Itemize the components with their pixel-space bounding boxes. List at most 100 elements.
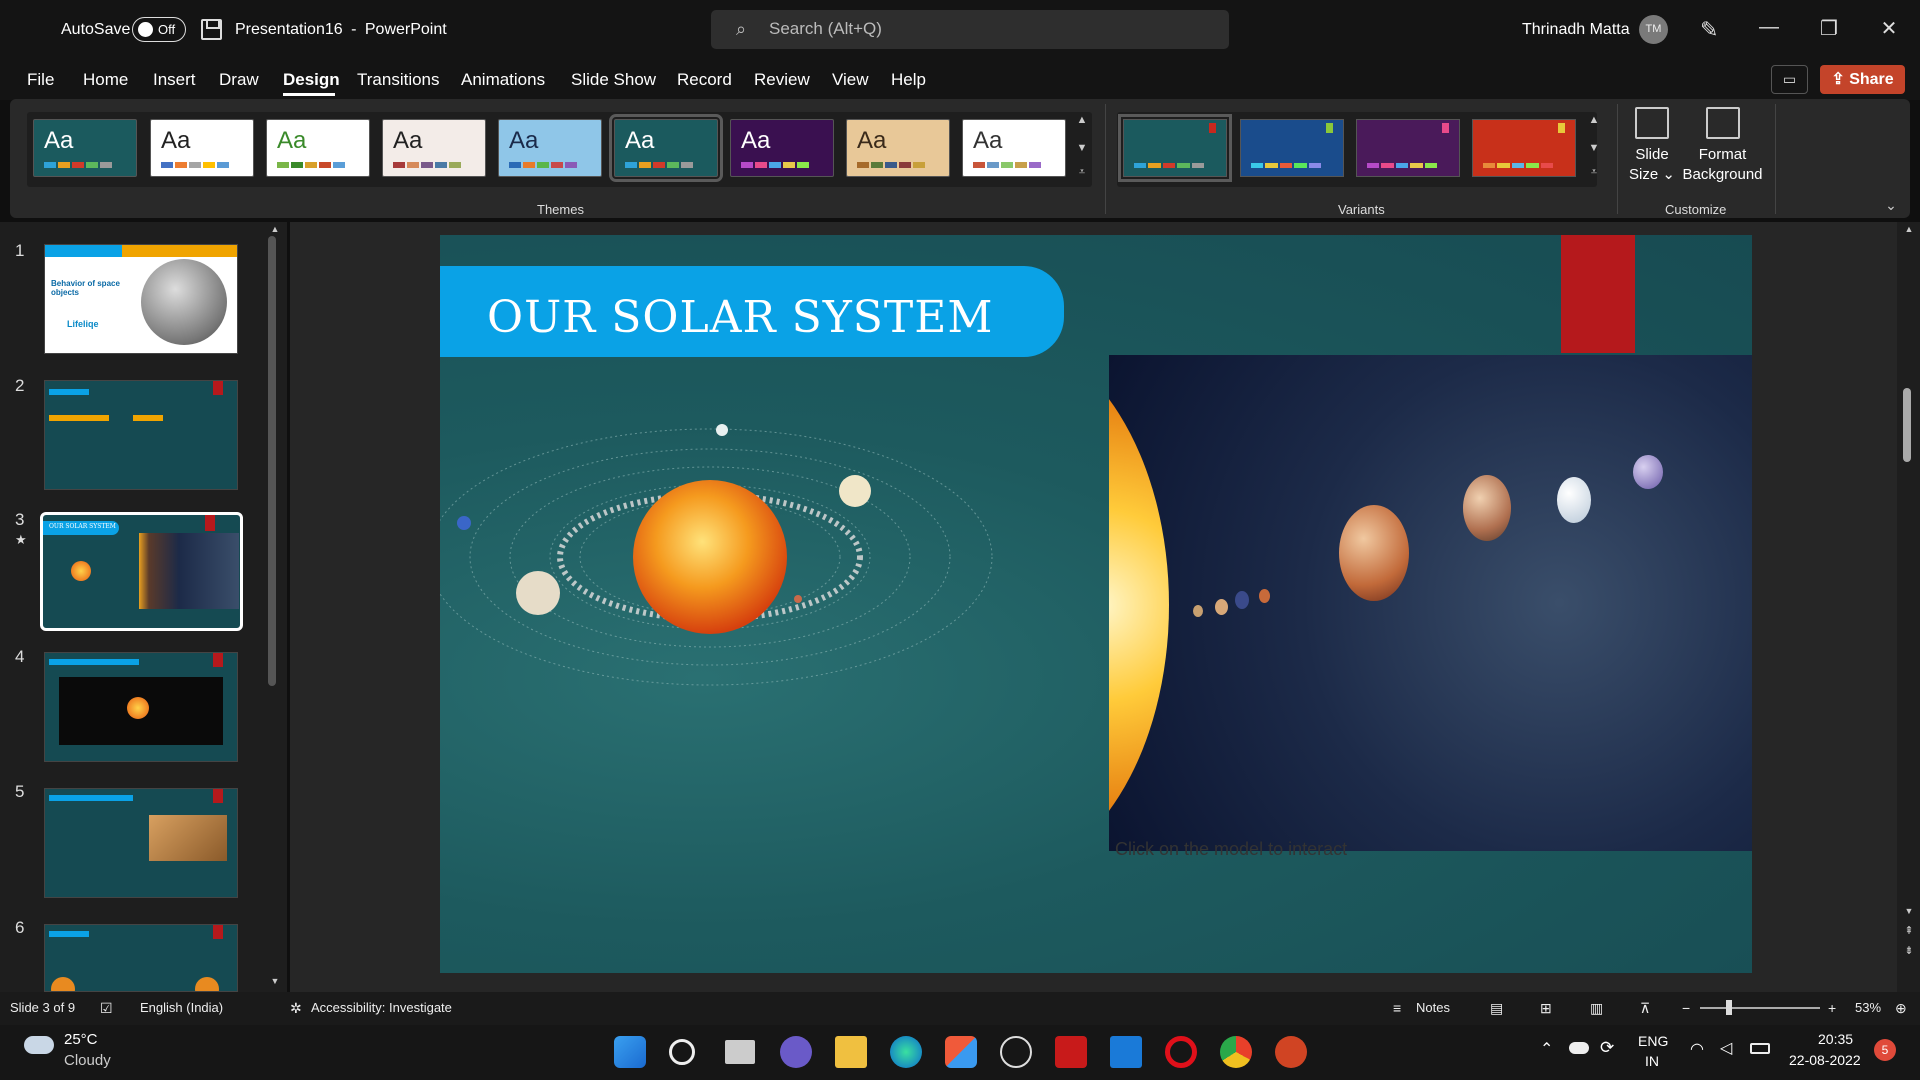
collapse-ribbon-icon[interactable]: ⌄ [1884, 197, 1898, 214]
wifi-icon[interactable]: ◠ [1690, 1039, 1704, 1059]
theme-option[interactable]: Aa [33, 119, 137, 177]
theme-option[interactable]: Aa [266, 119, 370, 177]
slide-sorter-icon[interactable]: ⊞ [1540, 1000, 1552, 1017]
teams-chat-icon[interactable] [780, 1036, 812, 1068]
accessibility-status[interactable]: Accessibility: Investigate [311, 1000, 452, 1015]
mcafee-icon[interactable] [1055, 1036, 1087, 1068]
powerpoint-taskbar-icon[interactable] [1275, 1036, 1307, 1068]
menu-animations[interactable]: Animations [461, 70, 545, 90]
file-explorer-icon[interactable] [835, 1036, 867, 1068]
accessibility-icon[interactable]: ✲ [290, 1000, 302, 1017]
close-icon[interactable]: ✕ [1874, 16, 1904, 41]
user-name[interactable]: Thrinadh Matta [1522, 21, 1630, 39]
menu-design[interactable]: Design [283, 70, 340, 90]
format-background-button[interactable]: Format Background [1680, 107, 1765, 185]
language-line-2[interactable]: IN [1645, 1053, 1659, 1069]
theme-option[interactable]: Aa [150, 119, 254, 177]
menu-insert[interactable]: Insert [153, 70, 196, 90]
themes-scroll-up-icon[interactable]: ▲ [1075, 114, 1089, 126]
variant-option[interactable] [1356, 119, 1460, 177]
search-input[interactable] [769, 18, 1169, 40]
thumbnails-scrollbar[interactable] [268, 236, 276, 686]
volume-icon[interactable]: ◁ [1720, 1038, 1732, 1058]
themes-more-icon[interactable]: ⩡ [1075, 166, 1089, 179]
themes-scroll-down-icon[interactable]: ▼ [1075, 142, 1089, 154]
menu-help[interactable]: Help [891, 70, 926, 90]
menu-home[interactable]: Home [83, 70, 128, 90]
theme-option[interactable]: Aa [730, 119, 834, 177]
menu-record[interactable]: Record [677, 70, 732, 90]
solar-system-image[interactable] [1109, 355, 1752, 851]
solar-system-3d-model[interactable] [440, 405, 1100, 865]
next-slide-icon[interactable]: ⇟ [1902, 944, 1916, 957]
avatar[interactable]: TM [1639, 15, 1668, 44]
menu-review[interactable]: Review [754, 70, 810, 90]
edge-browser-icon[interactable] [890, 1036, 922, 1068]
zoom-slider[interactable] [1700, 1007, 1820, 1009]
pen-icon[interactable]: ✎ [1700, 17, 1718, 43]
search-box[interactable]: ⌕ [711, 10, 1229, 49]
variant-option[interactable] [1472, 119, 1576, 177]
previous-slide-icon[interactable]: ⇞ [1902, 924, 1916, 937]
variant-option[interactable] [1240, 119, 1344, 177]
slide-thumbnail-6[interactable] [44, 924, 238, 992]
notes-icon[interactable]: ≡ [1393, 1000, 1401, 1016]
sync-icon[interactable]: ⟳ [1600, 1038, 1614, 1058]
thumbs-scroll-down-icon[interactable]: ▼ [268, 976, 282, 986]
slides-scroll-up-icon[interactable]: ▲ [1902, 224, 1916, 234]
slide-thumbnail-2[interactable] [44, 380, 238, 490]
slide-thumbnail-4[interactable] [44, 652, 238, 762]
battery-icon[interactable] [1750, 1043, 1770, 1054]
language-line-1[interactable]: ENG [1638, 1033, 1668, 1049]
opera-browser-icon[interactable] [1165, 1036, 1197, 1068]
slide-thumbnail-3[interactable]: OUR SOLAR SYSTEM [40, 512, 243, 631]
current-slide[interactable]: OUR SOLAR SYSTEM Click on the model to i… [440, 235, 1752, 973]
slide-thumbnail-5[interactable] [44, 788, 238, 898]
theme-option[interactable]: Aa [498, 119, 602, 177]
clock-date[interactable]: 22-08-2022 [1789, 1052, 1861, 1068]
variant-option[interactable] [1118, 114, 1232, 182]
slideshow-view-icon[interactable]: ⊼ [1640, 1000, 1650, 1017]
microsoft-store-icon[interactable] [945, 1036, 977, 1068]
variants-scroll-down-icon[interactable]: ▼ [1587, 142, 1601, 154]
theme-option[interactable]: Aa [382, 119, 486, 177]
theme-option[interactable]: Aa [609, 114, 723, 182]
zoom-out-icon[interactable]: − [1682, 1000, 1690, 1016]
language-indicator[interactable]: English (India) [140, 1000, 223, 1015]
notes-button[interactable]: Notes [1416, 1000, 1450, 1015]
variants-more-icon[interactable]: ⩡ [1587, 166, 1601, 179]
slides-scroll-down-icon[interactable]: ▼ [1902, 906, 1916, 916]
menu-draw[interactable]: Draw [219, 70, 259, 90]
weather-temperature[interactable]: 25°C [64, 1031, 98, 1048]
slide-size-button[interactable]: Slide Size ⌄ [1627, 107, 1677, 185]
dell-icon[interactable] [1000, 1036, 1032, 1068]
app-icon[interactable] [1110, 1036, 1142, 1068]
thumbs-scroll-up-icon[interactable]: ▲ [268, 224, 282, 234]
show-hidden-icons-icon[interactable]: ⌃ [1540, 1039, 1553, 1059]
scroll-thumb[interactable] [1903, 388, 1911, 462]
share-button[interactable]: ⇪ Share [1820, 65, 1905, 94]
autosave-toggle[interactable]: Off [132, 17, 186, 42]
theme-option[interactable]: Aa [846, 119, 950, 177]
windows-start-icon[interactable] [614, 1036, 646, 1068]
menu-file[interactable]: File [27, 70, 54, 90]
cloud-icon[interactable] [24, 1036, 54, 1054]
zoom-level[interactable]: 53% [1855, 1000, 1881, 1015]
notification-badge[interactable]: 5 [1874, 1039, 1896, 1061]
zoom-in-icon[interactable]: + [1828, 1000, 1836, 1016]
save-icon[interactable] [201, 19, 222, 40]
chrome-browser-icon[interactable] [1220, 1036, 1252, 1068]
weather-description[interactable]: Cloudy [64, 1052, 111, 1069]
spell-check-icon[interactable]: ☑ [100, 1000, 113, 1017]
minimize-icon[interactable]: — [1754, 16, 1784, 39]
fit-slide-icon[interactable]: ⊕ [1895, 1000, 1907, 1017]
variants-scroll-up-icon[interactable]: ▲ [1587, 114, 1601, 126]
menu-view[interactable]: View [832, 70, 869, 90]
comments-button[interactable]: ▭ [1771, 65, 1808, 94]
menu-transitions[interactable]: Transitions [357, 70, 440, 90]
restore-icon[interactable]: ❐ [1814, 16, 1844, 41]
clock-time[interactable]: 20:35 [1818, 1031, 1853, 1047]
search-taskbar-icon[interactable] [669, 1039, 695, 1065]
onedrive-icon[interactable] [1569, 1042, 1589, 1054]
slide-title[interactable]: OUR SOLAR SYSTEM [487, 292, 993, 343]
